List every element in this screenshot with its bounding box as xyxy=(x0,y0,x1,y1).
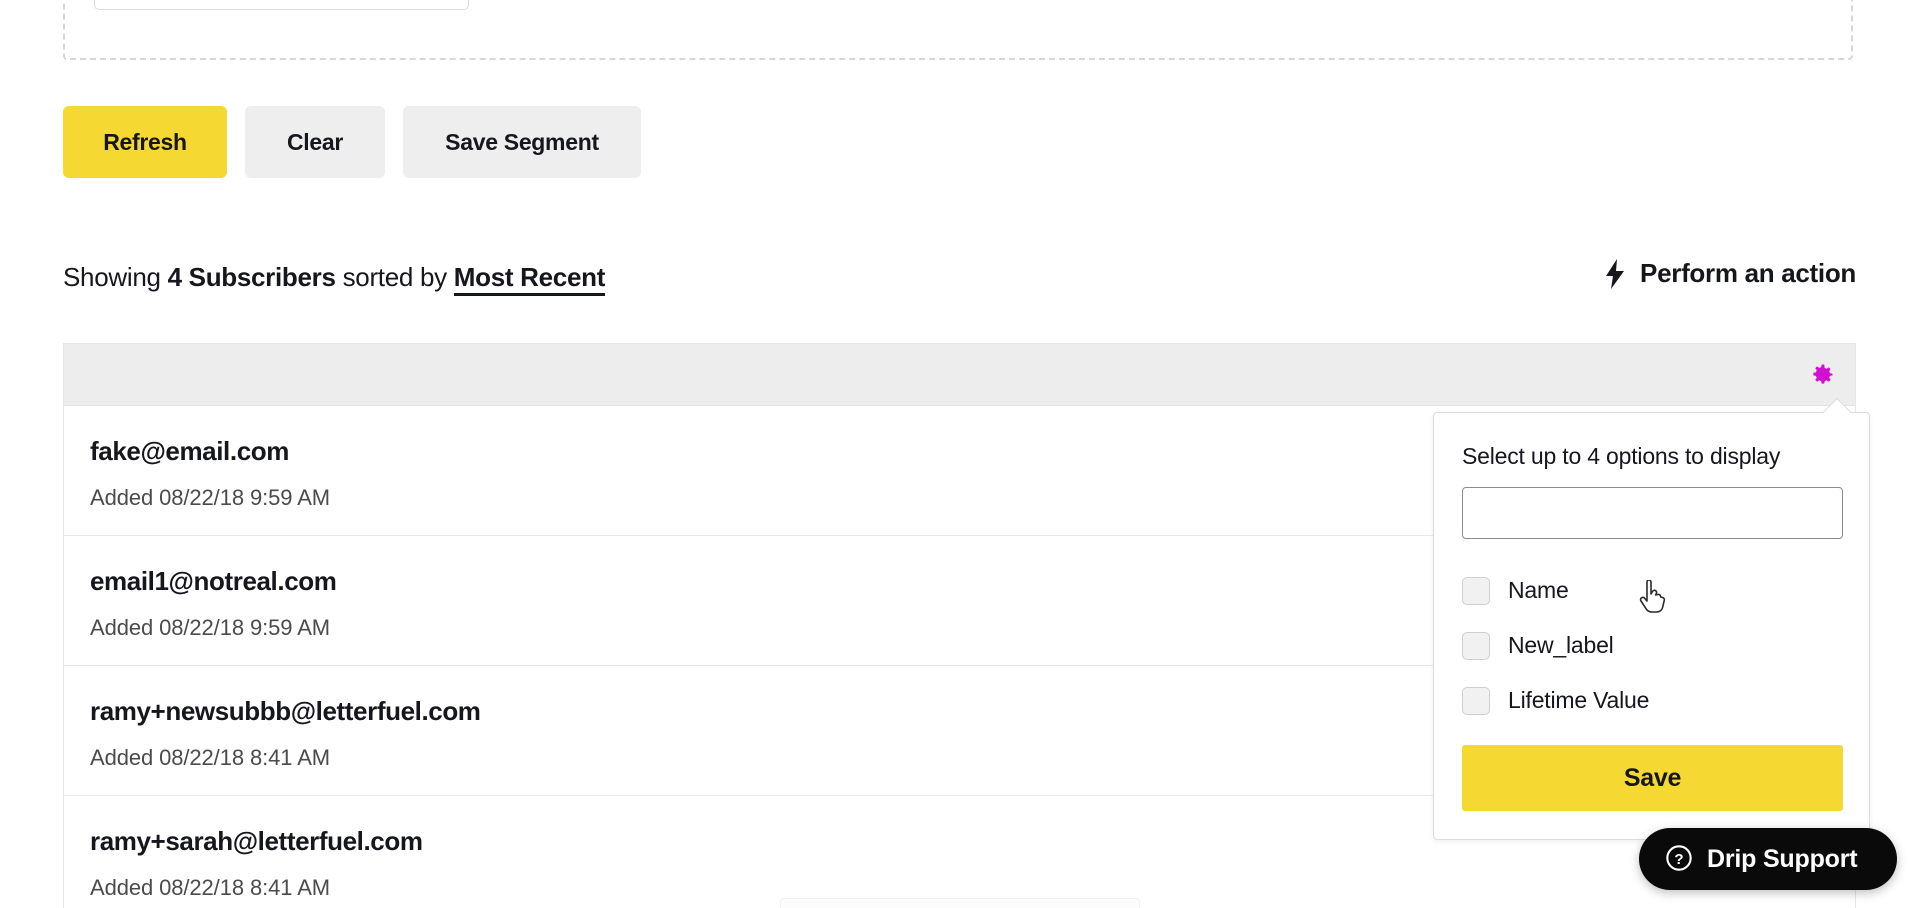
option-row-name[interactable]: Name xyxy=(1462,563,1847,618)
results-summary: Showing 4 Subscribers sorted by Most Rec… xyxy=(63,262,605,296)
lightning-bolt-icon xyxy=(1604,258,1626,289)
question-mark-circle-icon: ? xyxy=(1665,844,1693,875)
segment-actions-toolbar: Refresh Clear Save Segment xyxy=(63,106,641,178)
clear-button[interactable]: Clear xyxy=(245,106,385,178)
perform-an-action-button[interactable]: Perform an action xyxy=(1604,258,1856,289)
option-row-lifetime-value[interactable]: Lifetime Value xyxy=(1462,673,1847,728)
checkbox-icon[interactable] xyxy=(1462,576,1490,605)
checkbox-icon[interactable] xyxy=(1462,686,1490,715)
svg-text:?: ? xyxy=(1674,850,1683,867)
table-header xyxy=(64,344,1855,406)
popover-save-button[interactable]: Save xyxy=(1462,745,1843,811)
checkbox-icon[interactable] xyxy=(1462,631,1490,660)
drip-support-label: Drip Support xyxy=(1707,844,1858,873)
conditions-panel: + Add another set of conditions... xyxy=(63,0,1853,60)
refresh-button[interactable]: Refresh xyxy=(63,106,227,178)
gear-icon[interactable] xyxy=(1807,360,1837,390)
sorted-by-label: sorted by xyxy=(342,262,448,292)
options-search-input[interactable] xyxy=(1462,487,1843,539)
option-row-new-label[interactable]: New_label xyxy=(1462,618,1847,673)
options-list: Name New_label Lifetime Value xyxy=(1462,563,1847,728)
subscriber-count: 4 Subscribers xyxy=(167,262,336,292)
add-another-set-of-conditions-button[interactable]: + Add another set of conditions... xyxy=(94,0,469,10)
perform-an-action-label: Perform an action xyxy=(1640,258,1856,288)
display-options-popover: Select up to 4 options to display Name Ne… xyxy=(1433,397,1870,840)
option-label: Lifetime Value xyxy=(1508,687,1650,713)
drip-support-button[interactable]: ? Drip Support xyxy=(1639,828,1897,890)
option-label: New_label xyxy=(1508,632,1614,658)
option-label: Name xyxy=(1508,577,1569,603)
save-segment-button[interactable]: Save Segment xyxy=(403,106,641,178)
bottom-partial-panel xyxy=(780,898,1140,908)
popover-title: Select up to 4 options to display xyxy=(1462,443,1781,469)
showing-prefix: Showing xyxy=(63,262,161,292)
page-root: + Add another set of conditions... Refre… xyxy=(0,0,1920,908)
sort-order-link[interactable]: Most Recent xyxy=(453,262,605,296)
